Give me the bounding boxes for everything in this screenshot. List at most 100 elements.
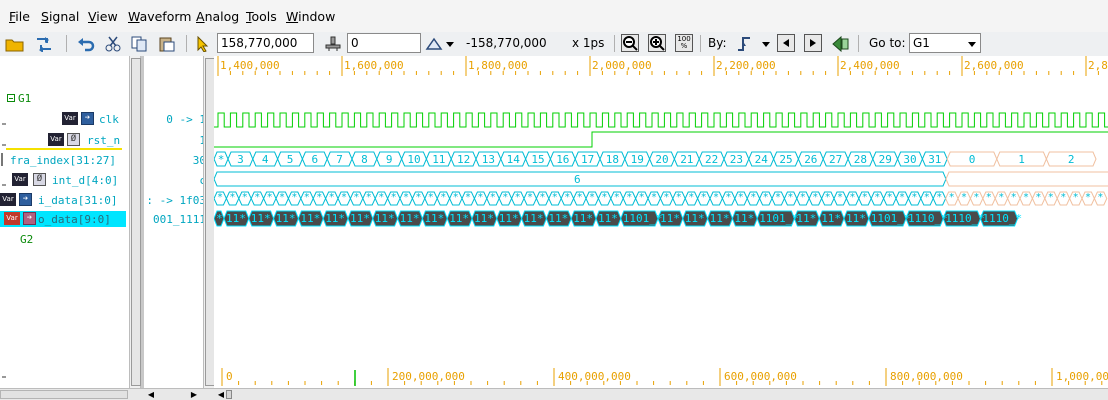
signal-row-clk[interactable]: Var ➔ clk: [0, 111, 126, 127]
i-data-value: *: [675, 192, 682, 203]
signal-row-fra-index[interactable]: fra_index[31:27]: [0, 152, 126, 168]
scroll-right-icon[interactable]: ▶: [189, 389, 199, 400]
ruler-label: 1,800,000: [468, 59, 528, 72]
menu-view[interactable]: View: [88, 9, 118, 24]
delta-icon[interactable]: [424, 34, 444, 53]
o-data-value: 11*: [449, 212, 470, 225]
cut-icon[interactable]: [104, 34, 122, 53]
by-label: By:: [708, 36, 727, 50]
i-data-value: *: [911, 192, 918, 203]
i-data-value: *: [948, 192, 955, 203]
next-edge-button[interactable]: [804, 34, 822, 52]
delta-dropdown-icon[interactable]: [444, 34, 456, 53]
ruler-label: 2,8: [1088, 59, 1108, 72]
i-data-value: *: [489, 192, 496, 203]
fra-index-value: 12: [457, 153, 471, 166]
i-data-value: *: [837, 192, 844, 203]
goto-select[interactable]: G1: [909, 33, 981, 53]
fra-index-value: 19: [630, 153, 644, 166]
signal-name-o-data: o_data[9:0]: [38, 213, 111, 226]
fra-index-value: 0: [968, 153, 976, 166]
zoom-in-icon[interactable]: [648, 34, 666, 52]
edge-dropdown-icon[interactable]: [760, 34, 772, 53]
menu-tools[interactable]: Tools: [246, 9, 277, 24]
undo-icon[interactable]: [76, 34, 96, 53]
wave-scroll-left-icon[interactable]: ◀: [216, 389, 226, 400]
time-ruler-overview[interactable]: 0 200,000,000 400,000,000 600,000,000 800,00…: [214, 368, 1108, 388]
open-folder-icon[interactable]: [4, 34, 26, 53]
fra-index-value: 14: [506, 153, 520, 166]
i-data-value: *: [613, 192, 620, 203]
signal-row-i-data[interactable]: Var ➔ i_data[31:0]: [0, 192, 126, 208]
o-data-value: 11*: [300, 212, 321, 225]
o-data-value: 11*: [709, 212, 730, 225]
input-port-icon: ➔: [19, 193, 32, 206]
fra-index-value: 21: [680, 153, 694, 166]
signal-row-o-data[interactable]: Var ➔ o_data[9:0]: [0, 211, 126, 227]
group-g2-label[interactable]: G2: [20, 233, 33, 246]
time-ruler-top[interactable]: 1,400,000 1,600,000 1,800,000 2,000,000 2,20…: [214, 56, 1108, 78]
edge-select-icon[interactable]: [734, 34, 754, 53]
name-pane-hscroll[interactable]: [0, 390, 128, 399]
paste-icon[interactable]: [157, 34, 177, 53]
marker-icon[interactable]: [322, 34, 344, 53]
ruler-label: 400,000,000: [558, 370, 631, 383]
scroll-left-icon[interactable]: ◀: [146, 389, 156, 400]
cursor-time-field[interactable]: 158,770,000: [217, 33, 314, 53]
group-collapse-icon[interactable]: [7, 94, 15, 102]
o-data-value: 11*: [226, 212, 246, 225]
i-data-value: *: [1072, 192, 1079, 203]
signal-value-pane: 0 -> 1 1 30 c : -> 1f03 001_1111: [144, 56, 206, 388]
fra-index-value: 5: [286, 153, 294, 166]
o-data-value: 11*: [399, 212, 420, 225]
ruler-label: 200,000,000: [392, 370, 465, 383]
o-data-value: 11*: [821, 212, 842, 225]
i-data-value: *: [1023, 192, 1030, 203]
signal-row-rst-n[interactable]: Var Ø rst_n: [0, 132, 126, 148]
i-data-value: *: [1085, 192, 1092, 203]
o-data-value: 11*: [374, 212, 395, 225]
i-data-value: *: [427, 192, 434, 203]
i-data-value: *: [415, 192, 422, 203]
o-data-value: 11*: [325, 212, 346, 225]
o-data-value: 11*: [498, 212, 519, 225]
wave-scroll-thumb[interactable]: [226, 390, 232, 399]
i-data-value: *: [403, 192, 410, 203]
fra-index-value: 8: [361, 153, 368, 166]
reload-icon[interactable]: [30, 34, 60, 53]
menu-signal[interactable]: Signal: [41, 9, 79, 24]
signal-row-int-d[interactable]: Var Ø int_d[4:0]: [0, 172, 126, 188]
i-data-value: *: [961, 192, 968, 203]
marker-value-field[interactable]: 0: [347, 33, 421, 53]
i-data-value: *: [886, 192, 893, 203]
menu-file[interactable]: File: [9, 9, 30, 24]
horizontal-scrollbar[interactable]: ◀ ▶ ◀: [0, 388, 1108, 400]
zoom-100-button[interactable]: 100 %: [675, 34, 693, 52]
i-data-value: *: [279, 192, 286, 203]
i-data-value: *: [514, 192, 521, 203]
o-data-value: 1101_*: [759, 212, 799, 225]
i-data-value: *: [626, 192, 633, 203]
fra-index-value: 25: [779, 153, 793, 166]
signal-pane-scrollbar[interactable]: [129, 56, 141, 388]
fra-index-value: 2: [1067, 153, 1075, 166]
menu-analog[interactable]: Analog: [196, 9, 239, 24]
menu-waveform[interactable]: Waveform: [128, 9, 191, 24]
copy-icon[interactable]: [130, 34, 150, 53]
snap-cursor-icon[interactable]: [830, 34, 852, 53]
group-g1-label[interactable]: G1: [18, 92, 31, 105]
i-data-value: *: [688, 192, 695, 203]
i-data-value: *: [229, 192, 236, 203]
pointer-icon[interactable]: [194, 34, 210, 53]
value-rst-n: 1: [146, 134, 206, 147]
o-data-value: 11*: [598, 212, 618, 225]
o-data-value: *: [216, 212, 223, 225]
menu-window[interactable]: Window: [286, 9, 335, 24]
i-data-value: *: [651, 192, 658, 203]
waveform-canvas[interactable]: * 3 4 5 6 7 8 9 10 11 12 13 14 15 16 17 18 19 20 21 22 23 24 25…: [214, 78, 1108, 368]
ruler-label: 2,000,000: [592, 59, 652, 72]
o-data-value: 11*: [275, 212, 296, 225]
prev-edge-button[interactable]: [777, 34, 795, 52]
zoom-out-icon[interactable]: [621, 34, 639, 52]
i-data-value: *: [1047, 192, 1054, 203]
